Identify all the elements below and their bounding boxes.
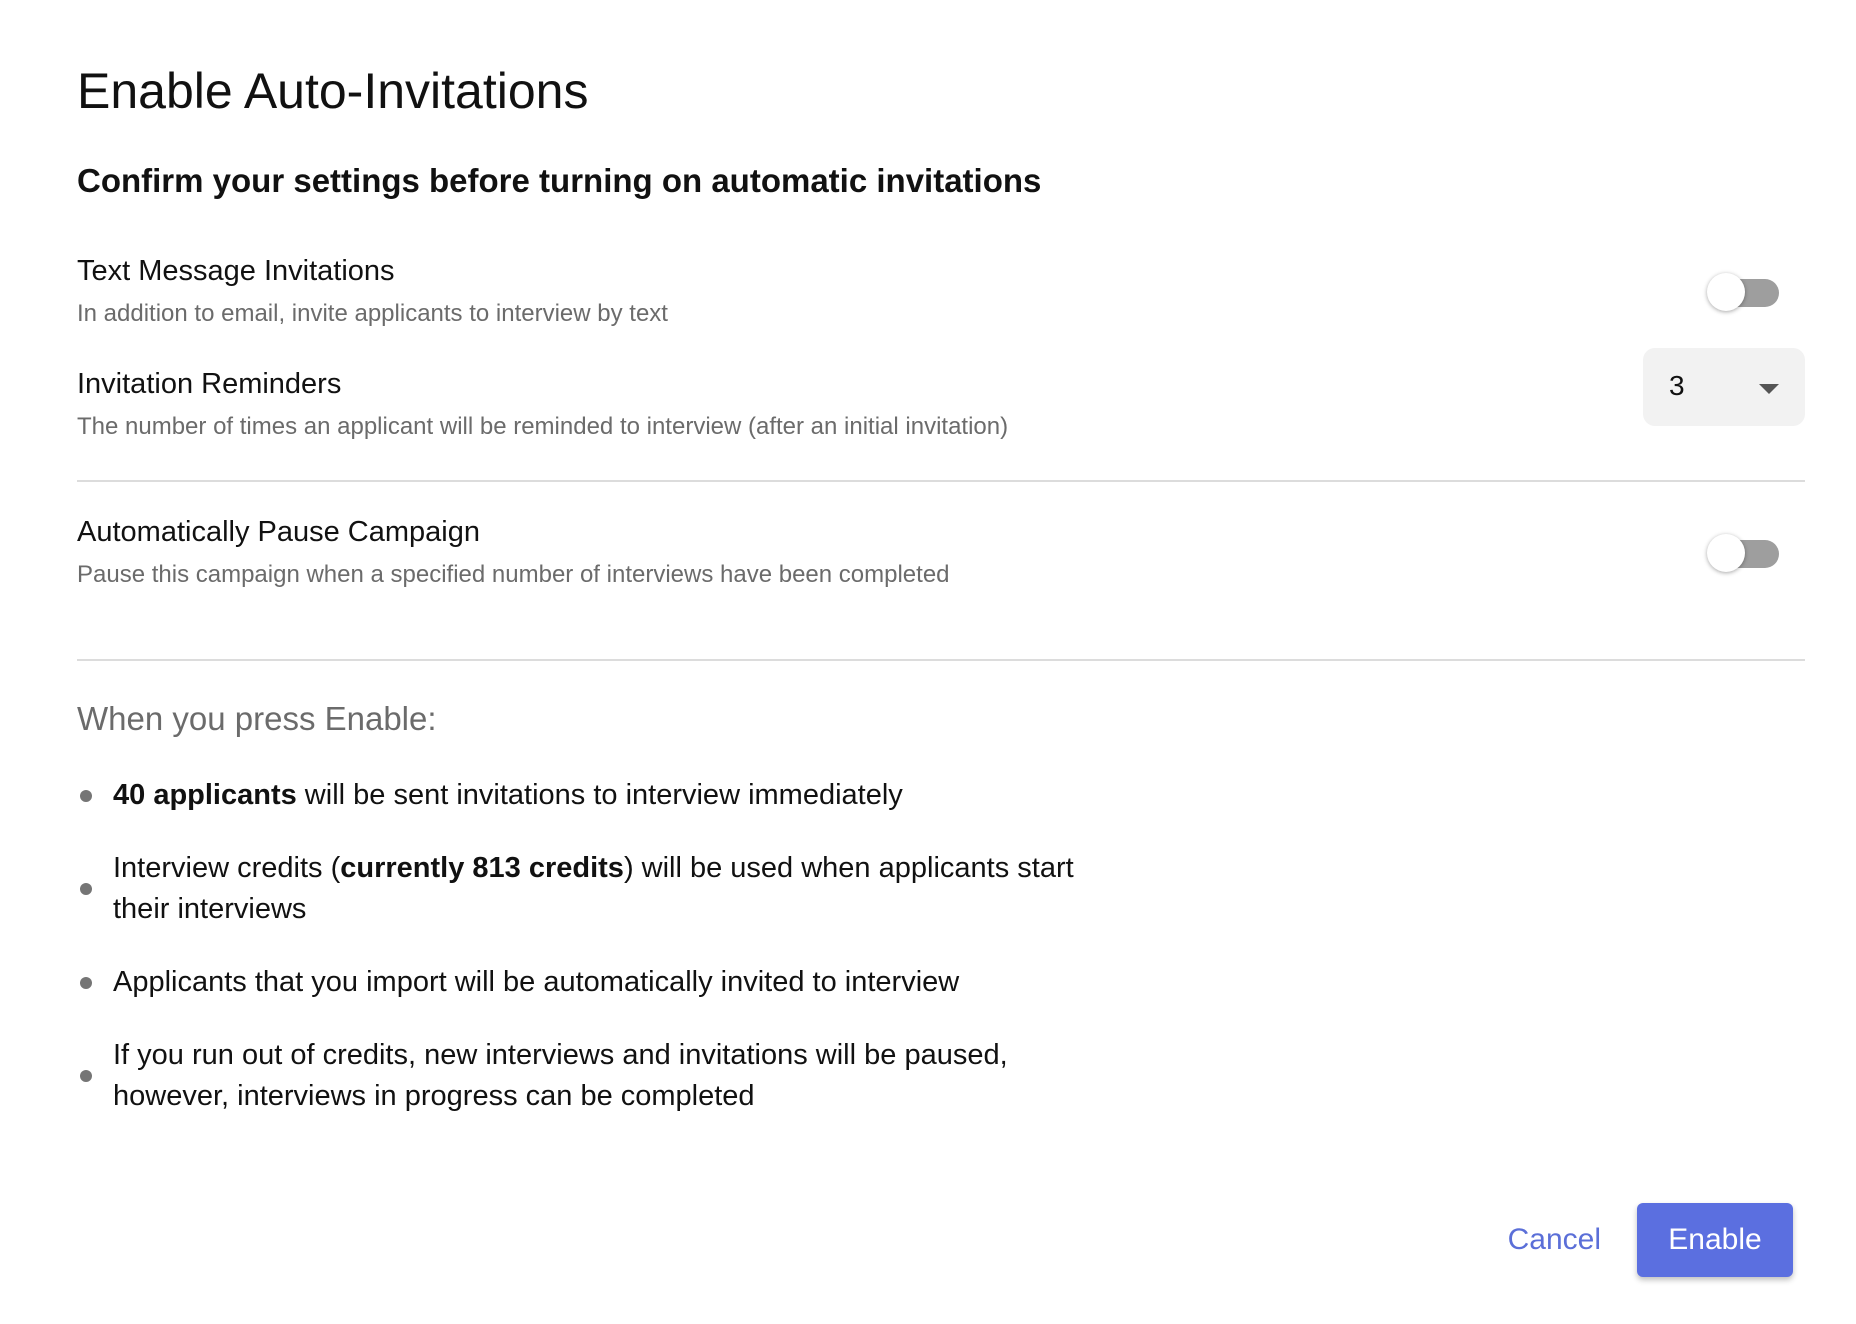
bullet-text: If you run out of credits, new interview… (113, 1039, 1008, 1112)
text-invitations-description: In addition to email, invite applicants … (77, 300, 668, 327)
text-invitations-toggle[interactable] (1707, 271, 1781, 311)
list-item: 40 applicants will be sent invitations t… (77, 775, 1077, 816)
auto-pause-label: Automatically Pause Campaign (77, 516, 480, 548)
setting-invitation-reminders: Invitation Reminders The number of times… (77, 348, 1805, 441)
enable-button[interactable]: Enable (1637, 1203, 1793, 1277)
enable-auto-invitations-dialog: Enable Auto-Invitations Confirm your set… (0, 0, 1856, 1324)
divider (77, 480, 1805, 482)
bullet-text: Applicants that you import will be autom… (113, 966, 960, 998)
list-item: If you run out of credits, new interview… (77, 1035, 1077, 1117)
auto-pause-toggle[interactable] (1707, 532, 1781, 572)
auto-pause-description: Pause this campaign when a specified num… (77, 561, 950, 588)
toggle-thumb (1707, 534, 1745, 572)
bullet-text: will be sent invitations to interview im… (296, 779, 903, 811)
dialog-footer: Cancel Enable (1488, 1203, 1793, 1277)
summary-heading: When you press Enable: (77, 700, 437, 737)
invitation-reminders-label: Invitation Reminders (77, 368, 342, 400)
setting-text-invitations: Text Message Invitations In addition to … (77, 255, 1805, 328)
bullet-dot-icon (80, 883, 92, 895)
summary-list: 40 applicants will be sent invitations t… (77, 775, 1077, 1149)
cancel-button[interactable]: Cancel (1488, 1205, 1621, 1275)
applicant-count: 40 applicants (113, 779, 297, 811)
divider (77, 659, 1805, 661)
credit-count: currently 813 credits (340, 852, 624, 884)
invitation-reminders-description: The number of times an applicant will be… (77, 413, 1009, 440)
bullet-dot-icon (80, 789, 92, 802)
list-item: Applicants that you import will be autom… (77, 962, 1077, 1003)
text-invitations-label: Text Message Invitations (77, 255, 395, 287)
dialog-subtitle: Confirm your settings before turning on … (77, 162, 1042, 199)
list-item: Interview credits (currently 813 credits… (77, 848, 1077, 930)
bullet-text: Interview credits ( (113, 852, 341, 884)
bullet-dot-icon (80, 976, 92, 989)
toggle-thumb (1707, 273, 1745, 311)
dialog-title: Enable Auto-Invitations (77, 63, 589, 119)
bullet-dot-icon (80, 1070, 92, 1082)
reminders-count-select[interactable]: 3 (1643, 348, 1805, 426)
setting-auto-pause: Automatically Pause Campaign Pause this … (77, 516, 1805, 589)
reminders-count-value: 3 (1669, 370, 1685, 401)
chevron-down-icon (1759, 384, 1779, 394)
